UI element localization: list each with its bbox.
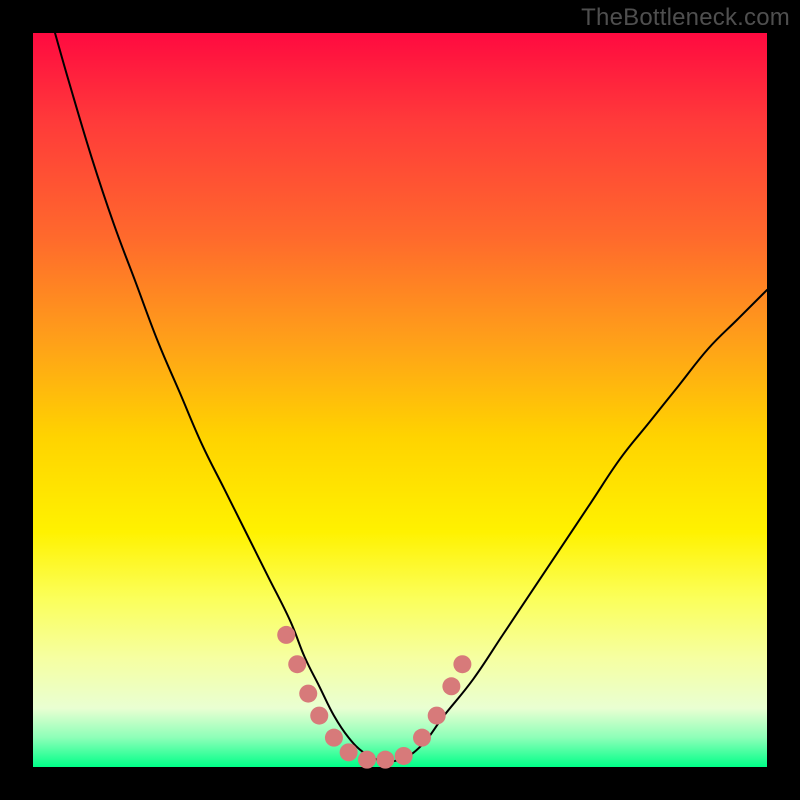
curve-marker bbox=[428, 707, 446, 725]
curve-marker bbox=[310, 707, 328, 725]
curve-marker bbox=[299, 685, 317, 703]
curve-marker bbox=[325, 729, 343, 747]
bottleneck-curve-svg bbox=[33, 33, 767, 767]
curve-marker bbox=[277, 626, 295, 644]
curve-marker bbox=[288, 655, 306, 673]
chart-frame: TheBottleneck.com bbox=[0, 0, 800, 800]
curve-marker bbox=[340, 743, 358, 761]
watermark-label: TheBottleneck.com bbox=[581, 4, 790, 32]
curve-marker bbox=[358, 751, 376, 769]
curve-marker bbox=[453, 655, 471, 673]
curve-marker bbox=[413, 729, 431, 747]
curve-marker bbox=[395, 747, 413, 765]
plot-area bbox=[33, 33, 767, 767]
bottleneck-curve bbox=[55, 33, 767, 761]
curve-marker bbox=[376, 751, 394, 769]
curve-markers bbox=[277, 626, 471, 769]
curve-marker bbox=[442, 677, 460, 695]
